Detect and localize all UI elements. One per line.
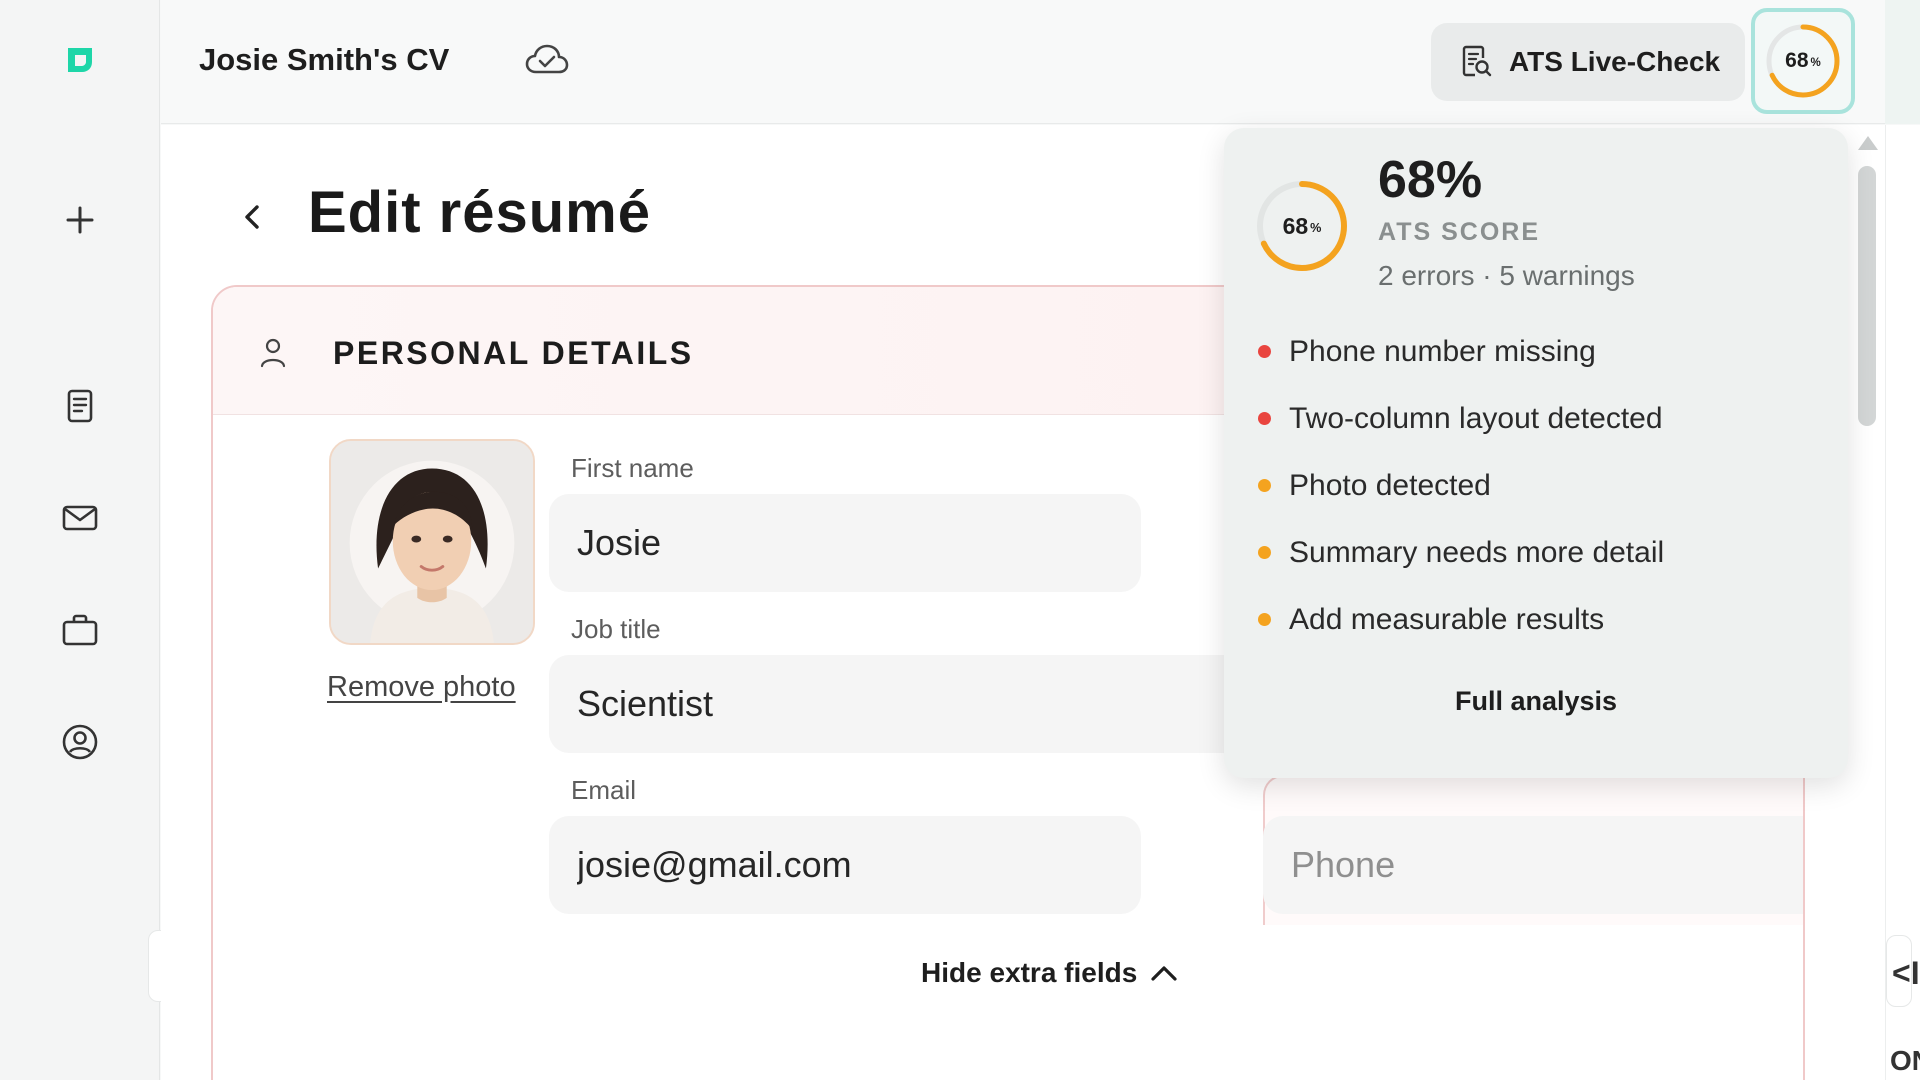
hide-extra-fields-label: Hide extra fields bbox=[921, 957, 1138, 988]
scrollbar[interactable] bbox=[1854, 132, 1882, 1080]
error-indicator-icon bbox=[1258, 345, 1271, 358]
briefcase-icon bbox=[62, 614, 98, 646]
issue-text: Photo detected bbox=[1289, 468, 1491, 502]
document-title[interactable]: Josie Smith's CV bbox=[199, 42, 449, 78]
remove-photo-link[interactable]: Remove photo bbox=[327, 671, 516, 704]
hide-extra-fields-button[interactable]: Hide extra fields bbox=[921, 957, 1179, 989]
issue-item[interactable]: Add measurable results bbox=[1258, 586, 1664, 653]
preview-text-fragment-2: ON bbox=[1890, 1045, 1920, 1076]
email-input[interactable] bbox=[549, 816, 1141, 914]
avatar-image bbox=[331, 441, 533, 643]
scroll-thumb[interactable] bbox=[1858, 166, 1876, 426]
popover-score-label: ATS SCORE bbox=[1378, 218, 1540, 246]
warning-indicator-icon bbox=[1258, 613, 1271, 626]
logo-mark bbox=[68, 48, 92, 72]
profile-photo[interactable] bbox=[329, 439, 535, 645]
back-chevron-icon[interactable] bbox=[237, 197, 267, 237]
first-name-input[interactable] bbox=[549, 494, 1141, 592]
ats-score-button[interactable]: 68% bbox=[1751, 8, 1855, 114]
cloud-check-icon bbox=[525, 44, 569, 74]
logo-icon[interactable] bbox=[48, 28, 112, 92]
sidebar-item-account[interactable] bbox=[48, 710, 112, 774]
sidebar bbox=[0, 0, 174, 1080]
section-title: PERSONAL DETAILS bbox=[333, 335, 694, 371]
error-indicator-icon bbox=[1258, 412, 1271, 425]
issue-item[interactable]: Summary needs more detail bbox=[1258, 519, 1664, 586]
full-analysis-button[interactable]: Full analysis bbox=[1224, 686, 1848, 717]
add-button[interactable] bbox=[48, 188, 112, 252]
chevron-up-icon bbox=[1151, 966, 1177, 981]
email-label: Email bbox=[571, 775, 637, 805]
issue-list: Phone number missing Two-column layout de… bbox=[1258, 318, 1664, 653]
document-search-icon bbox=[1462, 45, 1492, 77]
person-icon bbox=[260, 338, 286, 368]
user-circle-icon bbox=[62, 724, 98, 760]
ats-score-popover: 68% 68% ATS SCORE 2 errors · 5 warnings … bbox=[1224, 128, 1848, 778]
phone-input[interactable] bbox=[1263, 816, 1803, 914]
score-ring-unit: % bbox=[1810, 57, 1821, 69]
scroll-up-arrow[interactable] bbox=[1858, 136, 1878, 150]
job-title-label: Job title bbox=[571, 614, 661, 644]
issue-text: Add measurable results bbox=[1289, 602, 1605, 636]
issue-text: Two-column layout detected bbox=[1289, 401, 1663, 435]
top-bar: Josie Smith's CV ATS Live-Check 68% bbox=[161, 0, 1885, 124]
popover-score-ring: 68% bbox=[1254, 178, 1350, 274]
ats-live-check-label: ATS Live-Check bbox=[1509, 46, 1721, 77]
issue-text: Summary needs more detail bbox=[1289, 535, 1665, 569]
preview-panel-edge: <I ON bbox=[1885, 125, 1920, 1080]
top-right-strip bbox=[1885, 0, 1920, 124]
popover-summary: 2 errors · 5 warnings bbox=[1378, 260, 1635, 291]
first-name-label: First name bbox=[571, 453, 694, 483]
popover-ring-unit: % bbox=[1310, 221, 1322, 235]
preview-text-fragment: <I bbox=[1892, 955, 1920, 991]
popover-ring-label: 68% bbox=[1254, 178, 1350, 274]
issue-item[interactable]: Phone number missing bbox=[1258, 318, 1664, 385]
popover-score: 68% bbox=[1378, 151, 1483, 209]
document-icon bbox=[67, 389, 93, 423]
issue-item[interactable]: Two-column layout detected bbox=[1258, 385, 1664, 452]
score-ring-value: 68 bbox=[1785, 49, 1809, 72]
issue-text: Phone number missing bbox=[1289, 334, 1596, 368]
sidebar-item-documents[interactable] bbox=[48, 374, 112, 438]
sidebar-item-jobs[interactable] bbox=[48, 598, 112, 662]
score-ring-label: 68% bbox=[1763, 21, 1843, 101]
page-title: Edit résumé bbox=[308, 180, 651, 245]
ats-live-check-button[interactable]: ATS Live-Check bbox=[1431, 23, 1745, 101]
popover-ring-value: 68 bbox=[1282, 212, 1309, 239]
issue-item[interactable]: Photo detected bbox=[1258, 452, 1664, 519]
sidebar-item-letters[interactable] bbox=[48, 486, 112, 550]
warning-indicator-icon bbox=[1258, 479, 1271, 492]
plus-icon bbox=[66, 206, 94, 234]
warning-indicator-icon bbox=[1258, 546, 1271, 559]
mail-icon bbox=[62, 505, 98, 531]
score-ring: 68% bbox=[1763, 21, 1843, 101]
